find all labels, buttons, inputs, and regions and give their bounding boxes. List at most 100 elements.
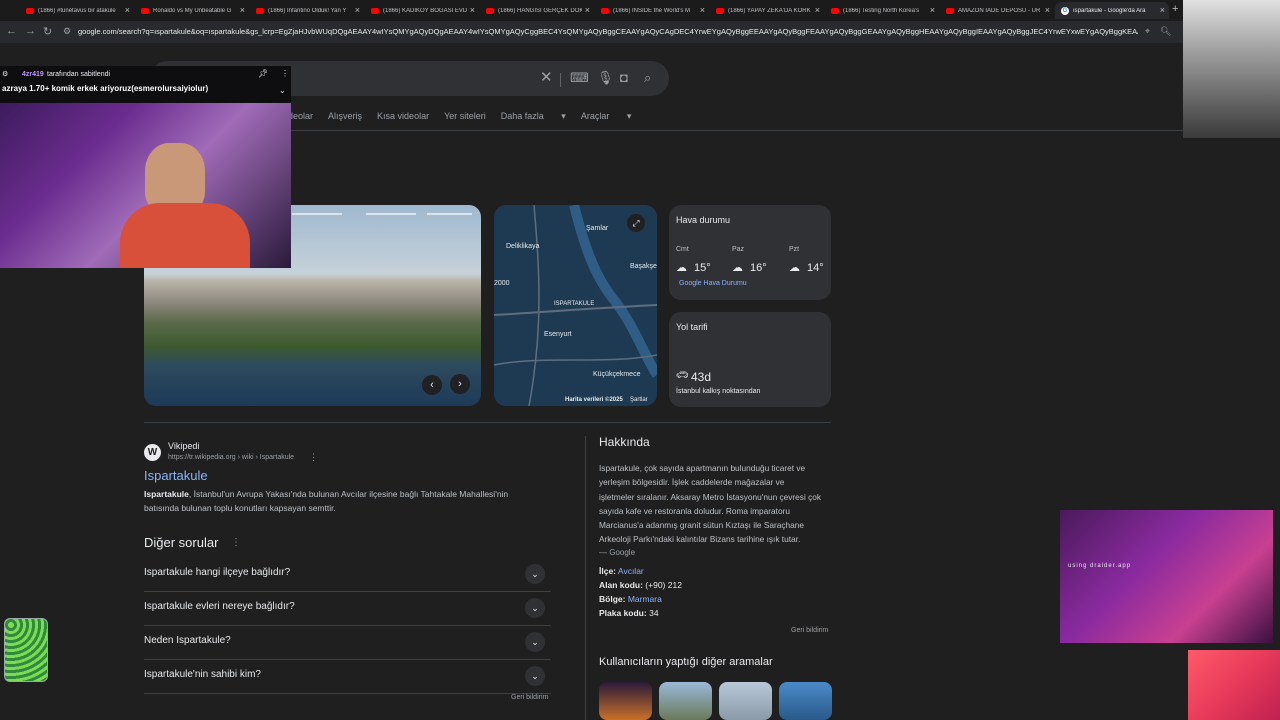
carousel-indicator <box>427 213 472 215</box>
webcam-overlay-2: using dralder.app <box>1060 510 1273 643</box>
browser-tab[interactable]: (1866) YAPAY ZEKA'DA KORK × <box>710 2 824 19</box>
weather-card[interactable]: Hava durumu Cmt Paz Pzt ☁ 15° ☁ 16° ☁ 14… <box>669 205 831 300</box>
address-bar[interactable]: google.com/search?q=ıspartakule&oq=ıspar… <box>78 27 1138 36</box>
cat-overlay <box>1188 650 1280 720</box>
close-tab-icon[interactable]: × <box>700 5 705 15</box>
can-sticker <box>4 618 48 682</box>
close-tab-icon[interactable]: × <box>585 5 590 15</box>
google-icon: G <box>1061 6 1069 15</box>
map-credit: Harita verileri ©2025 <box>565 397 623 403</box>
browser-tab[interactable]: AMAZON İADE DEPOSU - ÜR × <box>940 2 1054 19</box>
faq-item[interactable]: Neden Ispartakule? ⌄ <box>144 626 551 660</box>
weather-title: Hava durumu <box>676 215 731 225</box>
chevron-down-icon[interactable]: ⌄ <box>525 598 545 618</box>
browser-tab[interactable]: (1866) KADIKÖY BOĞASI EVD × <box>365 2 479 19</box>
close-tab-icon[interactable]: × <box>930 5 935 15</box>
close-tab-icon[interactable]: × <box>470 5 475 15</box>
tab-web[interactable]: Yer siteleri <box>444 111 486 122</box>
new-tab-icon[interactable]: + <box>1172 3 1178 15</box>
faq-item[interactable]: Ispartakule hangi ilçeye bağlıdır? ⌄ <box>144 558 551 592</box>
carousel-indicator <box>366 213 416 215</box>
portrait-overlay <box>1183 0 1280 138</box>
tab-short-videos[interactable]: Kısa videolar <box>377 111 429 122</box>
map-label: 2000 <box>494 280 510 287</box>
directions-card[interactable]: Yol tarifi 🚗︎ 43d İstanbul kalkış noktas… <box>669 312 831 407</box>
related-search-thumb[interactable] <box>599 682 652 720</box>
more-options-icon[interactable]: ⋮ <box>309 452 318 463</box>
browser-tab[interactable]: (1866) INSIDE the World's M × <box>595 2 709 19</box>
clear-icon[interactable]: ✕ <box>540 68 553 86</box>
chevron-down-icon[interactable]: ⌄ <box>525 666 545 686</box>
browser-tab[interactable]: (1866) HANGİSİ GERÇEK DOK × <box>480 2 594 19</box>
feedback-link[interactable]: Geri bildirim <box>791 627 828 634</box>
tab-more[interactable]: Daha fazla ▾ <box>501 111 566 122</box>
rain-cloud-icon: ☁ <box>789 262 800 274</box>
close-tab-icon[interactable]: × <box>125 5 130 15</box>
close-tab-icon[interactable]: × <box>815 5 820 15</box>
youtube-icon <box>831 7 839 14</box>
more-options-icon[interactable]: ⋮ <box>231 537 241 548</box>
divider <box>585 436 586 720</box>
related-search-thumb[interactable] <box>659 682 712 720</box>
youtube-icon <box>946 7 954 14</box>
microphone-icon[interactable]: 🎙︎ <box>597 70 614 86</box>
map-terms-link[interactable]: Şartlar <box>630 397 648 403</box>
close-tab-icon[interactable]: × <box>355 5 360 15</box>
map-label: Deliklikaya <box>506 243 540 250</box>
youtube-icon <box>601 7 609 14</box>
fact-link[interactable]: Marmara <box>628 594 662 604</box>
streamer-shirt <box>120 203 250 268</box>
close-tab-icon[interactable]: × <box>1160 5 1165 15</box>
reload-icon[interactable]: ↻ <box>43 25 52 38</box>
browser-tab[interactable]: Ronaldo vs My Unbeatable G × <box>135 2 249 19</box>
browser-tab[interactable]: (1866) Testing North Korea's × <box>825 2 939 19</box>
wikipedia-icon: W <box>144 444 161 461</box>
chevron-down-icon[interactable]: ⌄ <box>279 86 286 95</box>
map-thumbnail[interactable]: Şamlar Deliklikaya Başakşe 2000 ISPARTAK… <box>494 205 657 406</box>
tab-shopping[interactable]: Alışveriş <box>328 111 362 122</box>
forward-icon[interactable]: → <box>25 25 36 37</box>
fact-link[interactable]: Avcılar <box>618 566 644 576</box>
fact-row: Alan kodu: (+90) 212 <box>599 580 682 590</box>
carousel-indicator <box>292 213 342 215</box>
faq-item[interactable]: Ispartakule evleri nereye bağlıdır? ⌄ <box>144 592 551 626</box>
result-snippet: Ispartakule, İstanbul'un Avrupa Yakası'n… <box>144 489 509 513</box>
browser-tab[interactable]: (1866) Infantino Olduk! Yan Y × <box>250 2 364 19</box>
related-search-thumb[interactable] <box>719 682 772 720</box>
faq-item[interactable]: Ispartakule'nin sahibi kim? ⌄ <box>144 660 551 694</box>
youtube-icon <box>141 7 149 14</box>
fact-row: Plaka kodu: 34 <box>599 608 659 618</box>
feedback-link[interactable]: Geri bildirim <box>511 694 548 701</box>
pin-user-icon: ⚙ <box>2 71 9 78</box>
expand-icon[interactable]: ⤢ <box>627 214 645 232</box>
close-tab-icon[interactable]: × <box>1045 5 1050 15</box>
close-tab-icon[interactable]: × <box>240 5 245 15</box>
location-icon[interactable]: ⌖ <box>1145 26 1150 37</box>
related-search-thumb[interactable] <box>779 682 832 720</box>
weather-temp: 15° <box>694 262 711 274</box>
keyboard-icon[interactable]: ⌨ <box>570 70 589 86</box>
back-icon[interactable]: ← <box>6 25 17 37</box>
tab-videos[interactable]: deolar <box>288 111 313 122</box>
tab-strip: (1866) #tunetavus bir atakule × Ronaldo v… <box>0 0 1280 21</box>
chevron-down-icon[interactable]: ⌄ <box>525 632 545 652</box>
result-title-link[interactable]: Ispartakule <box>144 468 208 483</box>
next-image-button[interactable]: › <box>450 374 470 394</box>
pin-username: 4zr419 <box>22 71 44 78</box>
site-info-icon[interactable]: ⚙ <box>63 26 71 37</box>
fact-row: Bölge: Marmara <box>599 594 662 604</box>
prev-image-button[interactable]: ‹ <box>422 375 442 395</box>
result-url[interactable]: https://tr.wikipedia.org › wiki › Ispart… <box>168 454 294 461</box>
map-label: Başakşe <box>630 263 657 270</box>
chevron-down-icon[interactable]: ⌄ <box>525 564 545 584</box>
weather-link[interactable]: Google Hava Durumu <box>679 280 747 287</box>
directions-title: Yol tarifi <box>676 322 708 332</box>
more-options-icon[interactable]: ⋮ <box>281 69 289 78</box>
pin-message: azraya 1.70+ komik erkek ariyoruz(esmero… <box>2 84 209 93</box>
tab-tools[interactable]: Araçlar ▾ <box>581 111 632 122</box>
browser-tab-active[interactable]: Gıspartakule - Google'da Ara × <box>1055 2 1169 19</box>
zoom-icon[interactable]: 🔍︎ <box>1160 26 1171 37</box>
browser-tab[interactable]: (1866) #tunetavus bir atakule × <box>20 2 134 19</box>
camera-search-icon[interactable]: ◘ <box>620 70 628 85</box>
search-icon[interactable]: ⌕ <box>644 70 651 86</box>
